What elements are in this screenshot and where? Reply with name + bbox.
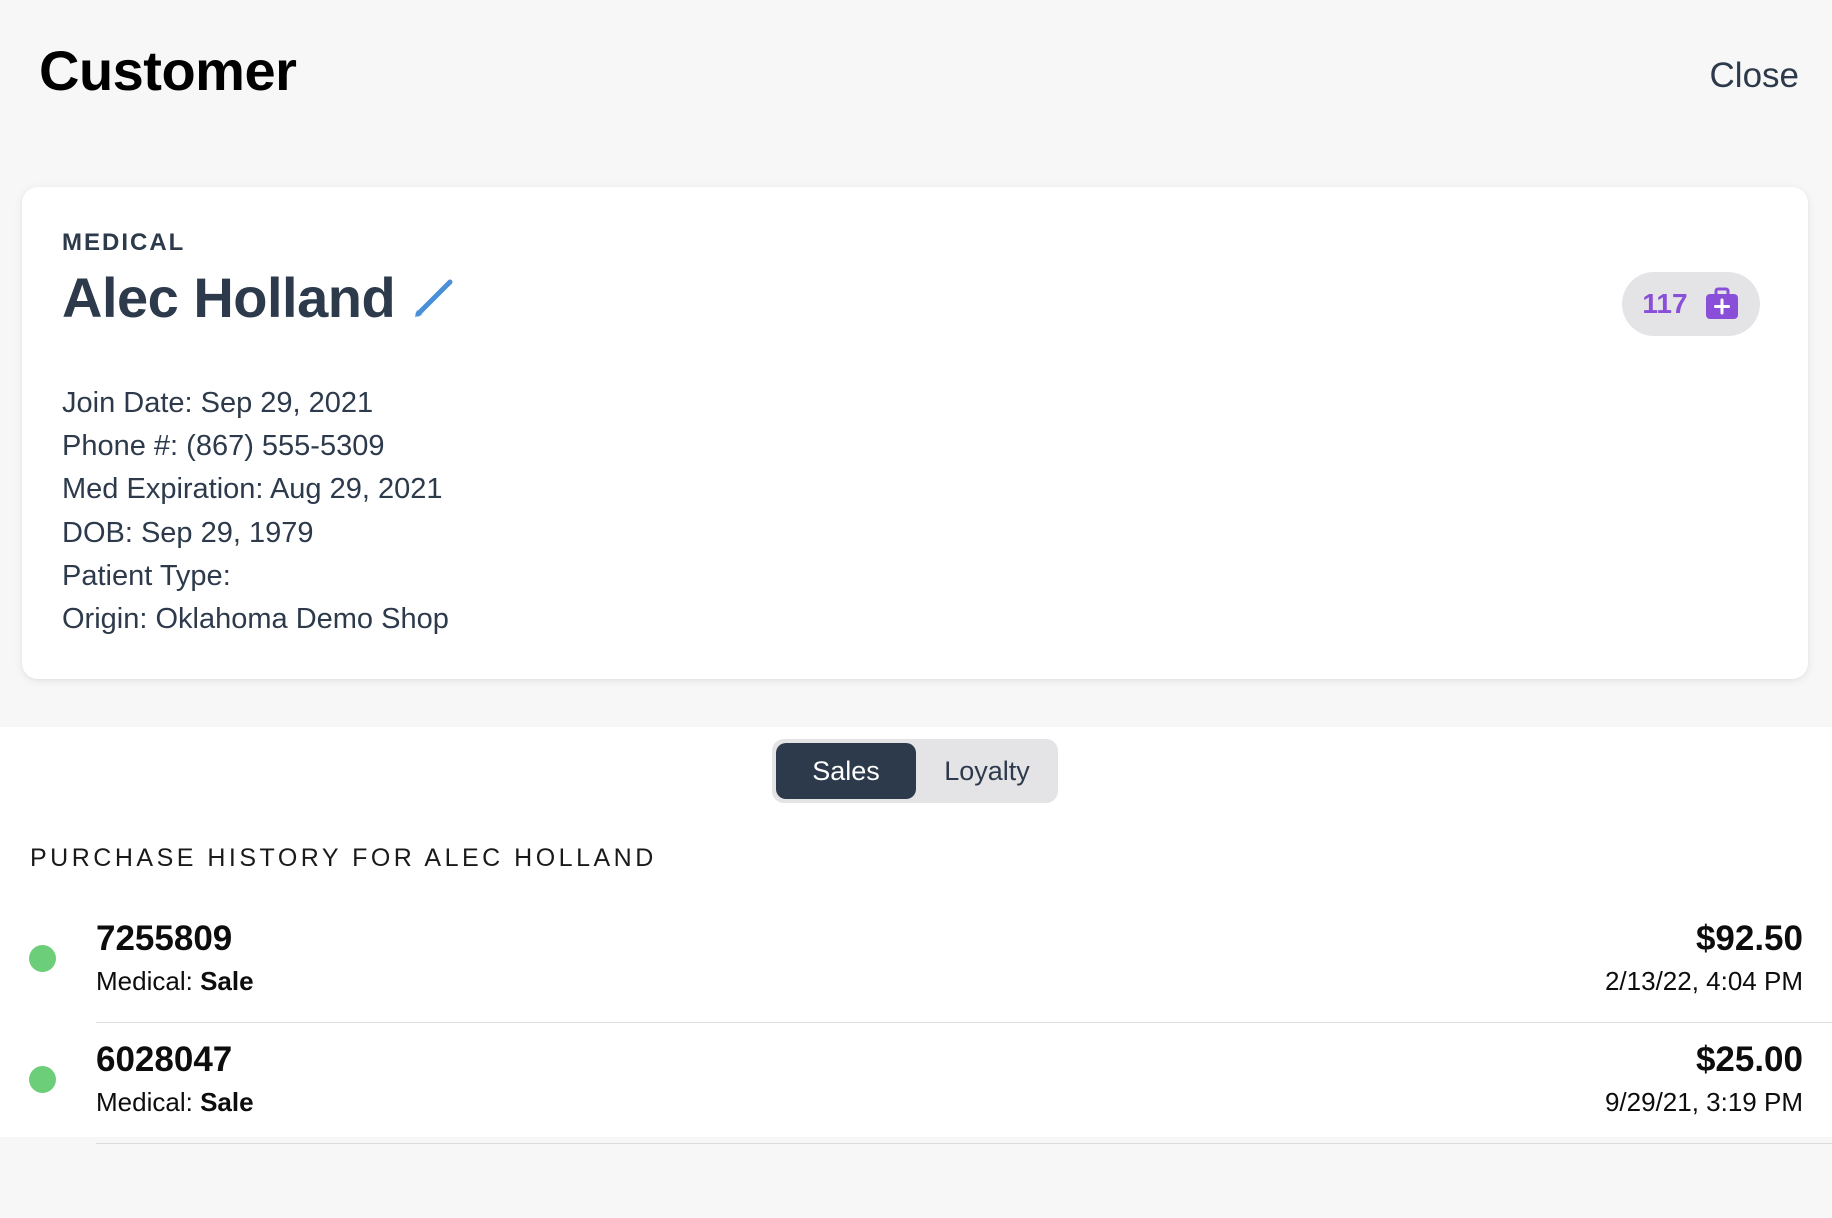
page-title: Customer (39, 39, 297, 102)
page-header: Customer Close (0, 0, 1832, 160)
pencil-icon[interactable] (411, 275, 457, 321)
status-dot (29, 945, 56, 972)
loyalty-points-badge[interactable]: 117 (1622, 272, 1760, 336)
customer-name: Alec Holland (62, 266, 396, 329)
purchase-history-heading: PURCHASE HISTORY FOR ALEC HOLLAND (30, 844, 657, 872)
date-of-birth: DOB: Sep 29, 1979 (62, 516, 314, 549)
loyalty-points-count: 117 (1642, 288, 1688, 319)
customer-type-label: MEDICAL (62, 229, 186, 256)
order-type-value: Sale (200, 966, 254, 996)
close-button[interactable]: Close (1710, 56, 1799, 96)
patient-type: Patient Type: (62, 559, 231, 592)
customer-card: MEDICAL Alec Holland 117 Join Date: Sep … (22, 187, 1808, 679)
order-type-value: Sale (200, 1087, 254, 1117)
order-date: 2/13/22, 4:04 PM (1604, 966, 1803, 996)
order-type: Medical: Sale (96, 966, 254, 997)
order-type-prefix: Medical: (96, 1087, 193, 1117)
purchase-list: 7255809 Medical: Sale $92.50 2/13/22, 4:… (0, 902, 1832, 1144)
customer-name-row: Alec Holland (62, 265, 457, 330)
tab-switcher: Sales Loyalty (772, 739, 1058, 803)
order-type-prefix: Medical: (96, 966, 193, 996)
purchase-history-section: Sales Loyalty PURCHASE HISTORY FOR ALEC … (0, 727, 1832, 1144)
medical-bag-icon (1704, 286, 1740, 322)
order-amount: $92.50 (1695, 919, 1803, 958)
phone-number: Phone #: (867) 555-5309 (62, 430, 385, 463)
tab-sales[interactable]: Sales (776, 743, 916, 799)
order-date: 9/29/21, 3:19 PM (1604, 1087, 1803, 1117)
customer-details: Join Date: Sep 29, 2021 Phone #: (867) 5… (62, 382, 449, 641)
order-number: 7255809 (96, 919, 233, 958)
join-date: Join Date: Sep 29, 2021 (62, 387, 374, 419)
status-dot (29, 1066, 56, 1093)
tab-loyalty[interactable]: Loyalty (920, 743, 1054, 799)
order-number: 6028047 (96, 1040, 233, 1079)
med-expiration: Med Expiration: Aug 29, 2021 (62, 473, 443, 506)
order-type: Medical: Sale (96, 1087, 254, 1118)
purchase-row[interactable]: 7255809 Medical: Sale $92.50 2/13/22, 4:… (0, 902, 1832, 1023)
origin: Origin: Oklahoma Demo Shop (62, 603, 449, 636)
order-amount: $25.00 (1695, 1040, 1803, 1079)
purchase-row[interactable]: 6028047 Medical: Sale $25.00 9/29/21, 3:… (0, 1023, 1832, 1144)
row-divider (96, 1143, 1832, 1144)
